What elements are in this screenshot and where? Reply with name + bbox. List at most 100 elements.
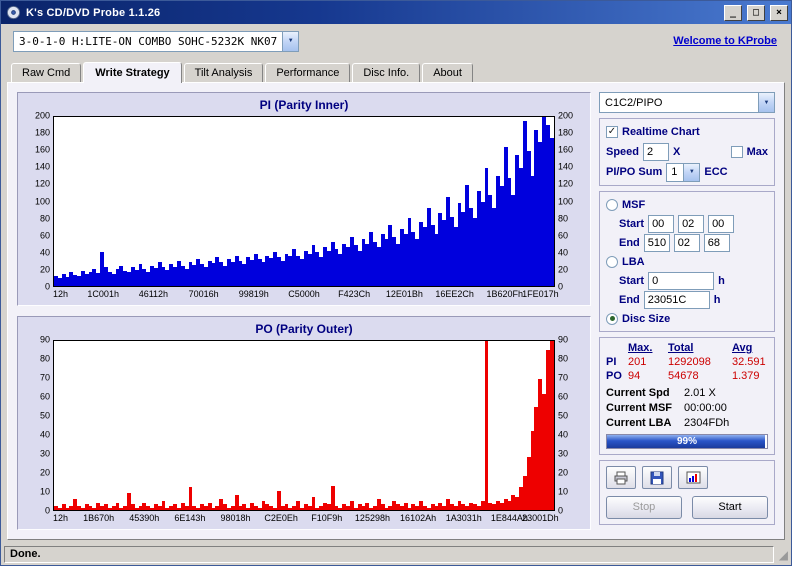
progress-percent: 99% (676, 436, 697, 447)
speed-label: Speed (606, 146, 640, 158)
print-button[interactable] (606, 466, 636, 489)
current-speed-row: Current Spd 2.01 X (606, 385, 768, 400)
status-bar: Done. ◢ (1, 544, 791, 565)
msf-start-frame-input[interactable] (708, 214, 735, 233)
pipo-sum-dropdown-button[interactable]: ▼ (683, 163, 700, 181)
lba-end-input[interactable] (643, 290, 710, 309)
x-tick-label: 99819h (238, 289, 269, 299)
chart-image-icon (686, 471, 700, 484)
pi-y-axis-left: 0 20 40 60 80 100 120 140 160 180 200 (34, 110, 50, 292)
x-tick-label: 1C001h (87, 289, 119, 299)
mode-selector-value: C1C2/PIPO (605, 96, 663, 109)
pi-row-label: PI (606, 356, 617, 368)
drive-selector-value: 3-0-1-0 H:LITE-ON COMBO SOHC-5232K NK07 (19, 34, 278, 48)
lba-radio[interactable] (606, 255, 618, 268)
charts-column: PI (Parity Inner) 0 20 40 60 80 100 120 140 160 1… (17, 92, 591, 530)
pipo-sum-label: PI/PO Sum (606, 166, 663, 178)
pi-total-value: 1292098 (668, 356, 711, 368)
disc-size-radio[interactable] (606, 312, 618, 325)
x-tick-label: 45390h (129, 513, 160, 523)
x-tick-label: 46112h (138, 289, 169, 299)
stats-group: Max. Total Avg PI 201 1292098 32.591 PO … (599, 337, 775, 455)
lba-start-unit-label: h (718, 274, 725, 287)
pi-y-axis-right: 0 20 40 60 80 100 120 140 160 180 200 (558, 110, 574, 292)
tab-tilt-analysis[interactable]: Tilt Analysis (183, 63, 264, 82)
realtime-chart-checkbox[interactable] (606, 126, 618, 138)
tab-raw-cmd[interactable]: Raw Cmd (11, 63, 82, 82)
msf-end-frame-input[interactable] (703, 233, 730, 252)
toolbar: 3-0-1-0 H:LITE-ON COMBO SOHC-5232K NK07 … (1, 24, 791, 58)
po-y-axis-left: 0 10 20 30 40 50 60 70 80 90 (39, 334, 50, 516)
po-row-label: PO (606, 370, 622, 382)
chevron-down-icon: ▼ (763, 99, 770, 106)
x-tick-label: 12E01Bh (385, 289, 423, 299)
range-group: MSF Start End LBA (599, 191, 775, 332)
x-tick-label: 1A3031h (445, 513, 482, 523)
msf-start-label: Start (619, 217, 645, 230)
tab-performance[interactable]: Performance (265, 63, 351, 82)
chart-options-group: Realtime Chart Speed X Max PI/PO Sum 1 ▼ (599, 118, 775, 186)
speed-input[interactable] (643, 143, 670, 161)
stats-header-total: Total (668, 342, 694, 354)
pipo-sum-selector[interactable]: 1 ▼ (666, 162, 701, 182)
msf-start-sec-input[interactable] (678, 214, 705, 233)
lba-start-label: Start (619, 274, 645, 287)
stats-header-max: Max. (628, 342, 653, 354)
msf-end-min-input[interactable] (643, 233, 670, 252)
x-tick-label: 1B620Fh (486, 289, 524, 299)
start-button[interactable]: Start (692, 496, 768, 519)
max-speed-label: Max (746, 146, 768, 158)
x-tick-label: 1B670h (83, 513, 115, 523)
po-chart: PO (Parity Outer) 0 10 20 30 40 50 60 70 80 90 01… (17, 316, 591, 530)
x-tick-label: 1FE017h (522, 289, 559, 299)
drive-selector[interactable]: 3-0-1-0 H:LITE-ON COMBO SOHC-5232K NK07 … (13, 30, 300, 52)
lba-end-label: End (619, 293, 640, 306)
drive-selector-dropdown-button[interactable]: ▼ (282, 31, 299, 51)
x-tick-label: C5000h (288, 289, 320, 299)
maximize-button[interactable]: □ (747, 4, 765, 21)
current-lba-value: 2304FDh (684, 416, 730, 429)
max-speed-checkbox[interactable] (730, 146, 743, 158)
main-panel: PI (Parity Inner) 0 20 40 60 80 100 120 140 160 1… (7, 82, 785, 540)
progress-bar: 99% (606, 434, 768, 449)
resize-grip-icon[interactable]: ◢ (774, 549, 788, 561)
lba-start-input[interactable] (648, 271, 715, 290)
disc-size-label: Disc Size (622, 312, 671, 325)
status-text: Done. (4, 546, 774, 563)
lba-end-unit-label: h (713, 293, 721, 306)
pi-max-value: 201 (628, 356, 647, 368)
chevron-down-icon: ▼ (688, 169, 695, 175)
current-speed-label: Current Spd (606, 386, 670, 399)
chart-bar (549, 138, 554, 286)
minimize-button[interactable]: _ (724, 4, 742, 21)
tab-disc-info[interactable]: Disc Info. (352, 63, 421, 82)
pi-x-axis-labels: 12h 1C001h 46112h 70016h 99819h C5000h F423Ch 1… (53, 289, 559, 302)
msf-end-sec-input[interactable] (673, 233, 700, 252)
x-tick-label: 16102Ah (400, 513, 437, 523)
po-max-value: 94 (628, 370, 641, 382)
welcome-link[interactable]: Welcome to KProbe (673, 35, 777, 47)
chart-bar (549, 341, 554, 510)
save-chart-image-button[interactable] (678, 466, 708, 489)
tab-write-strategy[interactable]: Write Strategy (83, 62, 182, 83)
current-msf-value: 00:00:00 (684, 401, 727, 414)
lba-label: LBA (622, 255, 645, 268)
close-button[interactable]: × (770, 4, 788, 21)
stop-button[interactable]: Stop (606, 496, 682, 519)
po-chart-title: PO (Parity Outer) (255, 322, 353, 336)
tab-about[interactable]: About (422, 63, 473, 82)
mode-selector[interactable]: C1C2/PIPO ▼ (599, 92, 775, 113)
current-lba-label: Current LBA (606, 416, 672, 429)
x-tick-label: 12h (53, 289, 69, 299)
tab-bar: Raw Cmd Write Strategy Tilt Analysis Perfor… (1, 58, 791, 83)
pi-chart-plot (53, 116, 555, 287)
msf-start-min-input[interactable] (648, 214, 675, 233)
x-tick-label: 23001Dh (522, 513, 559, 523)
msf-radio[interactable] (606, 198, 618, 211)
po-chart-plot (53, 340, 555, 511)
realtime-chart-label: Realtime Chart (622, 126, 700, 138)
chart-bar (484, 341, 489, 510)
save-button[interactable] (642, 466, 672, 489)
pi-avg-value: 32.591 (732, 356, 766, 368)
mode-selector-dropdown-button[interactable]: ▼ (758, 93, 774, 112)
